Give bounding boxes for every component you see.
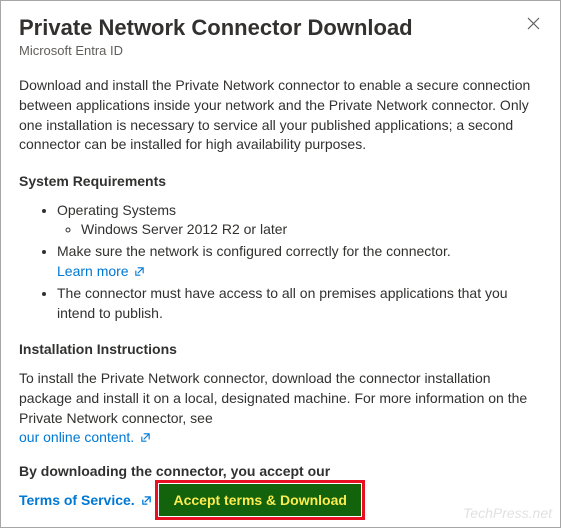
list-item: Operating Systems Windows Server 2012 R2… [57, 201, 542, 240]
external-link-icon [140, 429, 151, 449]
system-requirements-heading: System Requirements [19, 173, 542, 189]
list-item: Make sure the network is configured corr… [57, 242, 542, 282]
intro-text: Download and install the Private Network… [19, 76, 542, 154]
accept-heading: By downloading the connector, you accept… [19, 463, 542, 479]
install-text: To install the Private Network connector… [19, 370, 527, 425]
learn-more-link[interactable]: Learn more [57, 263, 145, 279]
online-content-link[interactable]: our online content. [19, 429, 151, 445]
download-highlight-frame: Accept terms & Download [155, 480, 364, 520]
accept-download-button[interactable]: Accept terms & Download [159, 484, 360, 516]
install-paragraph: To install the Private Network connector… [19, 369, 542, 448]
external-link-icon [134, 263, 145, 283]
network-text: Make sure the network is configured corr… [57, 243, 451, 259]
external-link-icon [141, 493, 152, 509]
dialog-title: Private Network Connector Download [19, 15, 413, 41]
terms-of-service-link[interactable]: Terms of Service. [19, 492, 152, 509]
os-label: Operating Systems [57, 202, 176, 218]
system-requirements-list: Operating Systems Windows Server 2012 R2… [19, 201, 542, 324]
list-item: Windows Server 2012 R2 or later [81, 220, 542, 240]
installation-instructions-heading: Installation Instructions [19, 341, 542, 357]
online-content-label: our online content. [19, 429, 134, 445]
watermark-text: TechPress.net [463, 505, 552, 521]
tos-label: Terms of Service. [19, 492, 135, 508]
close-button[interactable] [525, 15, 542, 32]
learn-more-label: Learn more [57, 263, 129, 279]
dialog-subtitle: Microsoft Entra ID [19, 43, 413, 58]
close-icon [527, 17, 540, 30]
list-item: The connector must have access to all on… [57, 284, 542, 323]
